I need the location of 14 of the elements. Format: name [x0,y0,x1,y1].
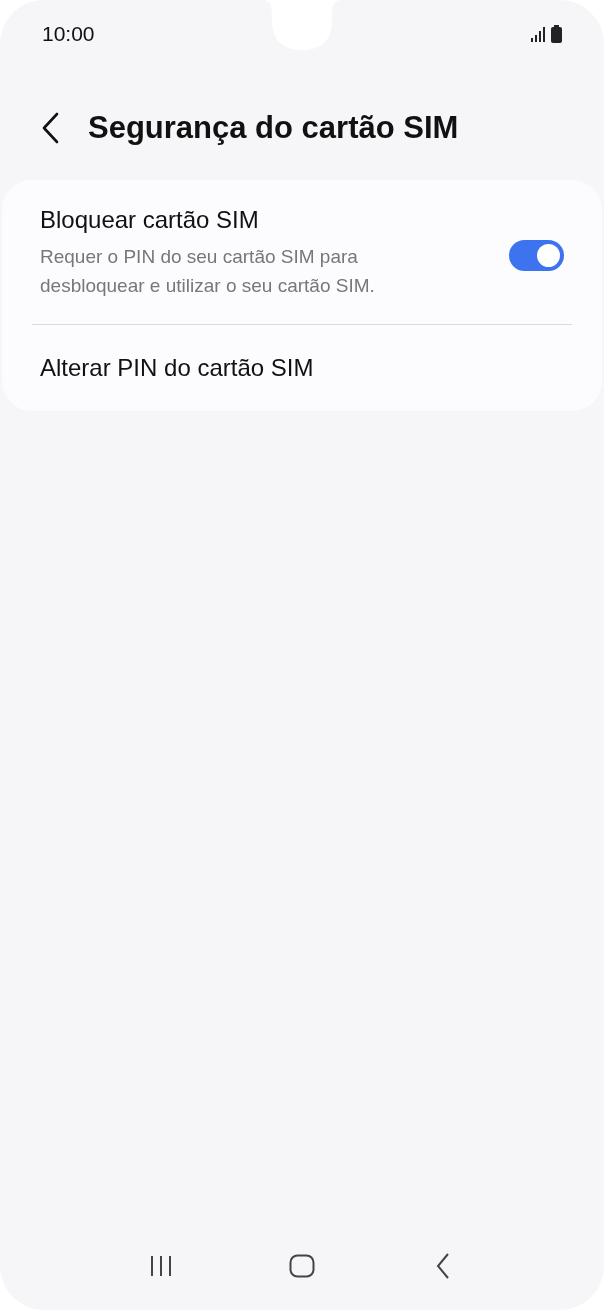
status-time: 10:00 [42,21,95,48]
setting-title: Bloquear cartão SIM [40,205,260,235]
toggle-setting-row[interactable]: Bloquear cartão SIM Requer o PIN do seu cartão SIM para desbloquear e utilizar o seu cartão SIM. [2,180,602,324]
setting-title: Alterar PIN do cartão SIM [40,353,314,383]
page-title: Segurança do cartão SIM [88,108,459,147]
back-icon [41,112,59,144]
setting-description: Requer o PIN do seu cartão SIM para desbloquear e utilizar o seu cartão SIM. [40,245,376,298]
back-icon [436,1253,451,1279]
toggle-switch[interactable] [509,239,564,271]
battery-icon [551,25,562,43]
recent-apps-icon [148,1255,173,1277]
home-icon [289,1254,315,1278]
setting-row[interactable]: Alterar PIN do cartão SIM [2,325,602,411]
signal-icon [530,26,546,42]
